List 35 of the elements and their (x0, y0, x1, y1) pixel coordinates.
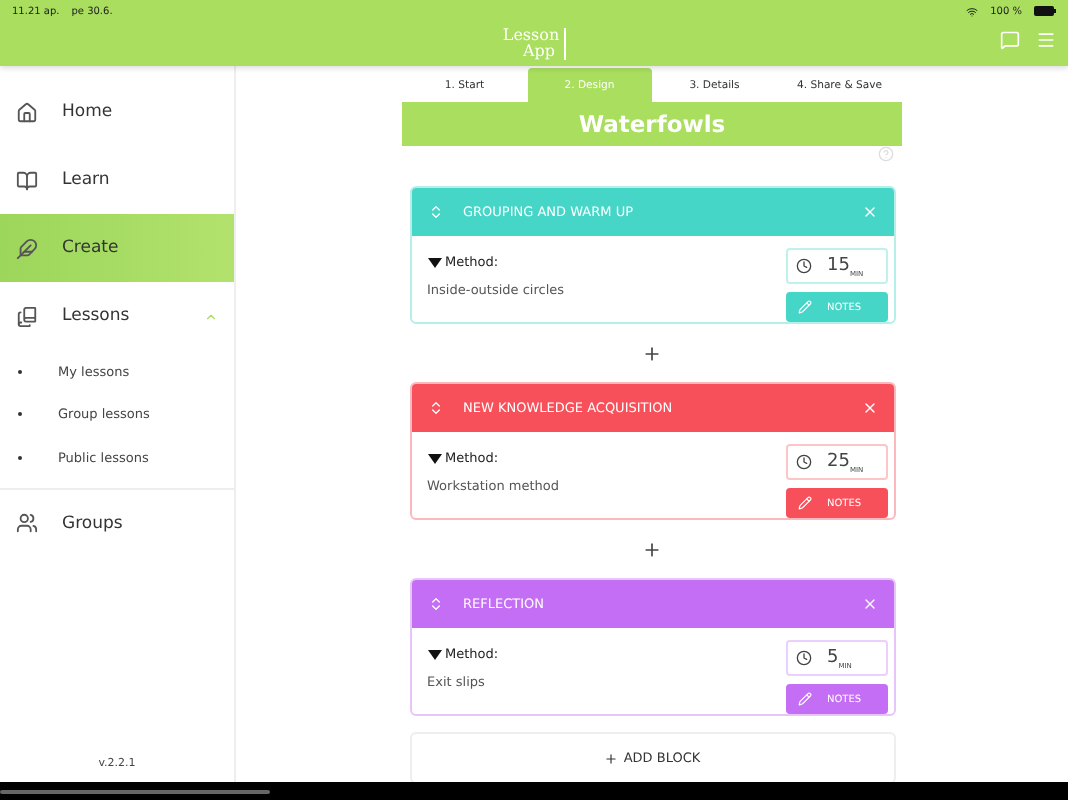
clock-icon (795, 258, 811, 274)
battery-icon (1034, 6, 1056, 16)
close-icon[interactable] (861, 400, 877, 416)
sidebar-item[interactable]: Lessons (0, 282, 234, 350)
app-logo: Lesson App (502, 28, 566, 60)
sidebar-item[interactable]: Home (0, 78, 234, 146)
triangle-icon (427, 257, 441, 267)
reorder-icon[interactable] (427, 204, 443, 220)
close-icon[interactable] (861, 204, 877, 220)
close-icon[interactable] (861, 596, 877, 612)
lessons-icon (16, 305, 38, 327)
insert-block-button[interactable] (642, 343, 662, 363)
home-icon (16, 101, 38, 123)
sidebar-item[interactable]: Create (0, 214, 234, 282)
wifi-icon (966, 5, 979, 17)
chevron-icon[interactable] (204, 309, 218, 323)
learn-icon (16, 169, 38, 191)
sidebar-item[interactable]: Learn (0, 146, 234, 214)
reorder-icon[interactable] (427, 400, 443, 416)
plus-icon (603, 751, 618, 765)
sidebar-item[interactable]: Groups (0, 489, 234, 557)
groups-icon (16, 512, 38, 534)
triangle-icon (427, 649, 441, 659)
clock-icon (795, 454, 811, 470)
create-icon (16, 237, 38, 259)
menu-icon[interactable] (1036, 30, 1056, 50)
lesson-title: Waterfowls (402, 102, 902, 146)
reorder-icon[interactable] (427, 596, 443, 612)
chat-icon[interactable] (1000, 30, 1020, 50)
clock-icon (795, 650, 811, 666)
triangle-icon (427, 453, 441, 463)
pencil-icon (797, 692, 811, 706)
insert-block-button[interactable] (642, 539, 662, 559)
pencil-icon (797, 496, 811, 510)
pencil-icon (797, 300, 811, 314)
